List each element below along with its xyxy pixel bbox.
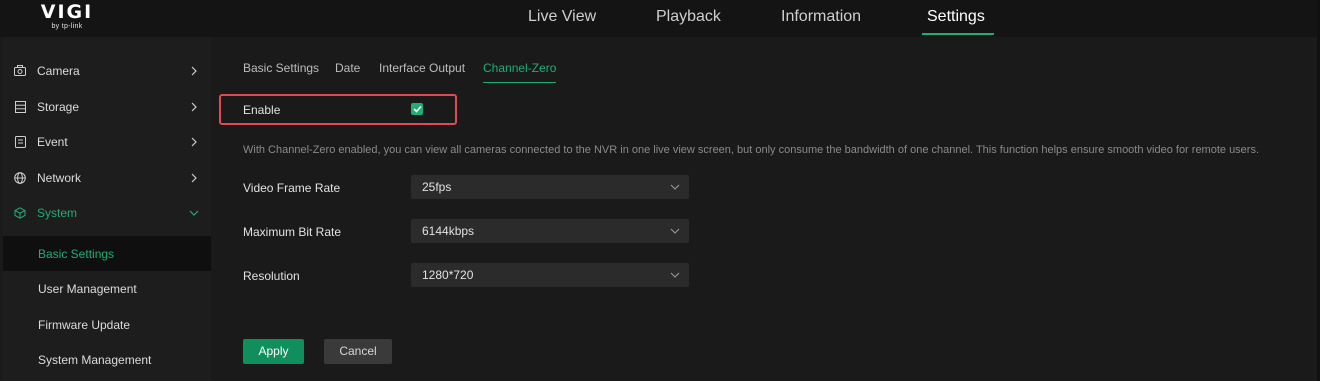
sidebar-item-label: System (37, 205, 78, 220)
tab-interface-output[interactable]: Interface Output (379, 61, 465, 75)
select-value: 6144kbps (422, 224, 475, 238)
sidebar-item-label: Event (37, 134, 68, 149)
nav-settings[interactable]: Settings (927, 0, 985, 37)
sidebar-item-event[interactable]: Event (3, 124, 211, 159)
resolution-label: Resolution (243, 269, 300, 283)
sidebar-item-camera[interactable]: Camera (3, 53, 211, 88)
vigi-logo: VIGI by tp-link (32, 2, 102, 34)
sidebar-sub-label: User Management (38, 281, 137, 296)
logo-sub-text: by tp-link (51, 23, 83, 30)
tab-basic-settings[interactable]: Basic Settings (243, 61, 319, 75)
sidebar-sub-system-management[interactable]: System Management (3, 342, 211, 377)
sidebar-item-label: Storage (37, 99, 80, 114)
top-bar: VIGI by tp-link Live View Playback Infor… (0, 0, 1320, 37)
tab-channel-zero[interactable]: Channel-Zero (483, 61, 556, 75)
maximum-bit-rate-select[interactable]: 6144kbps (411, 219, 689, 243)
chevron-right-icon (191, 137, 197, 146)
globe-icon (13, 171, 27, 185)
sidebar-sub-basic-settings[interactable]: Basic Settings (3, 236, 211, 271)
channel-zero-description: With Channel-Zero enabled, you can view … (243, 144, 1260, 156)
logo-main-text: VIGI (40, 1, 94, 23)
nav-information[interactable]: Information (781, 0, 861, 37)
storage-icon (13, 100, 27, 114)
chevron-right-icon (191, 173, 197, 182)
nav-active-underline (922, 33, 994, 35)
camera-icon (13, 64, 27, 78)
sidebar-item-storage[interactable]: Storage (3, 89, 211, 124)
sidebar-sub-user-management[interactable]: User Management (3, 271, 211, 306)
sidebar-item-label: Network (37, 170, 82, 185)
event-icon (13, 135, 27, 149)
chevron-down-icon (670, 184, 680, 190)
checkmark-icon (412, 105, 422, 113)
sidebar: Camera Storage Event Network System Basi… (3, 37, 211, 381)
sidebar-item-label: Camera (37, 63, 80, 78)
sidebar-sub-label: Firmware Update (38, 317, 131, 332)
apply-button[interactable]: Apply (243, 339, 304, 364)
enable-label: Enable (243, 103, 281, 117)
chevron-right-icon (191, 102, 197, 111)
chevron-right-icon (191, 66, 197, 75)
video-frame-rate-select[interactable]: 25fps (411, 175, 689, 199)
chevron-down-icon (670, 228, 680, 234)
sidebar-item-system[interactable]: System (3, 195, 211, 230)
cancel-button[interactable]: Cancel (324, 339, 392, 364)
nav-live-view[interactable]: Live View (528, 0, 596, 37)
chevron-down-icon (189, 210, 199, 216)
nav-playback[interactable]: Playback (656, 0, 721, 37)
resolution-select[interactable]: 1280*720 (411, 263, 689, 287)
enable-checkbox[interactable] (411, 103, 423, 115)
sidebar-sub-firmware-update[interactable]: Firmware Update (3, 307, 211, 342)
tab-active-underline (483, 82, 556, 83)
video-frame-rate-label: Video Frame Rate (243, 181, 341, 195)
select-value: 1280*720 (422, 268, 474, 282)
chevron-down-icon (670, 272, 680, 278)
sidebar-sub-label: System Management (38, 352, 152, 367)
maximum-bit-rate-label: Maximum Bit Rate (243, 225, 342, 239)
sidebar-item-network[interactable]: Network (3, 160, 211, 195)
select-value: 25fps (422, 180, 452, 194)
sidebar-sub-label: Basic Settings (38, 246, 115, 261)
tab-date[interactable]: Date (335, 61, 360, 75)
system-icon (13, 206, 27, 220)
